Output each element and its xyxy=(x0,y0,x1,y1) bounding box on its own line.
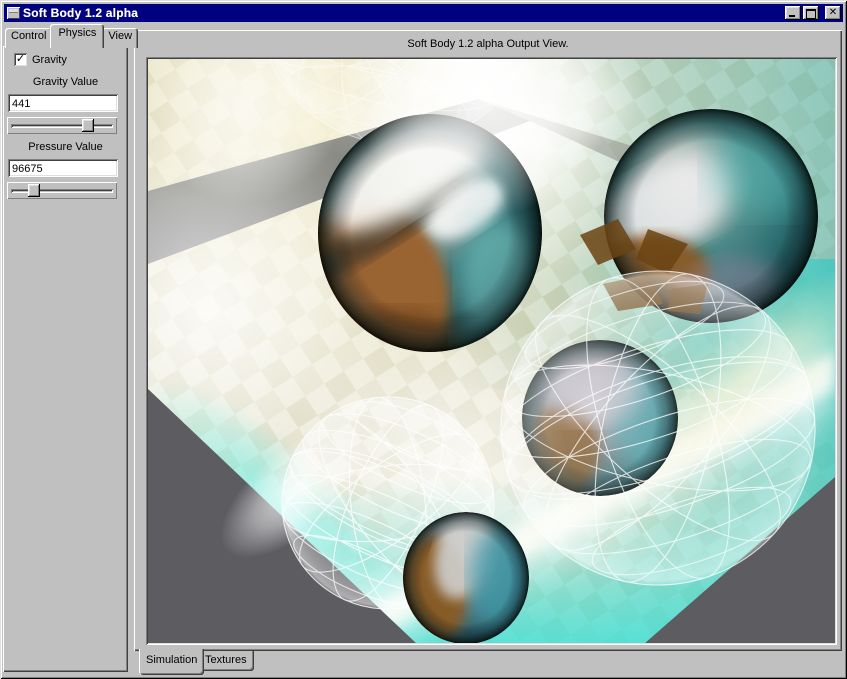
pressure-slider-channel xyxy=(11,189,113,193)
gravity-checkbox[interactable]: ✓ Gravity xyxy=(14,53,67,66)
close-icon: ✕ xyxy=(829,8,837,18)
window-title: Soft Body 1.2 alpha xyxy=(23,6,785,20)
pressure-value-label: Pressure Value xyxy=(3,141,128,153)
app-window: Soft Body 1.2 alpha ✕ Control Physics Vi… xyxy=(0,0,847,679)
tab-view[interactable]: View xyxy=(102,28,138,48)
output-panel: Soft Body 1.2 alpha Output View. xyxy=(134,30,842,651)
gravity-slider[interactable] xyxy=(7,117,117,134)
maximize-button[interactable] xyxy=(803,6,819,20)
gravity-slider-channel xyxy=(11,124,113,128)
output-view-label: Soft Body 1.2 alpha Output View. xyxy=(134,38,842,50)
tab-textures[interactable]: Textures xyxy=(198,651,254,671)
app-icon xyxy=(7,7,20,19)
titlebar: Soft Body 1.2 alpha ✕ xyxy=(4,4,843,22)
close-button[interactable]: ✕ xyxy=(825,6,841,20)
physics-panel: ✓ Gravity Gravity Value Pressure Value xyxy=(3,46,128,672)
maximize-icon xyxy=(806,9,816,19)
render-viewport xyxy=(146,57,837,645)
render-scene xyxy=(148,59,835,643)
pressure-value-input[interactable] xyxy=(8,159,118,177)
minimize-button[interactable] xyxy=(785,6,801,20)
gravity-slider-thumb[interactable] xyxy=(82,119,94,132)
gravity-value-label: Gravity Value xyxy=(3,76,128,88)
gravity-checkbox-label: Gravity xyxy=(32,54,67,66)
tab-physics[interactable]: Physics xyxy=(50,24,104,48)
pressure-slider-thumb[interactable] xyxy=(28,184,40,197)
tab-simulation[interactable]: Simulation xyxy=(139,649,204,675)
minimize-icon xyxy=(789,15,795,17)
tab-control[interactable]: Control xyxy=(5,28,52,48)
gravity-value-input[interactable] xyxy=(8,94,118,112)
pressure-slider[interactable] xyxy=(7,182,117,199)
checkbox-check-icon: ✓ xyxy=(14,53,27,66)
sidebar-tabs: Control Physics View xyxy=(5,27,138,48)
